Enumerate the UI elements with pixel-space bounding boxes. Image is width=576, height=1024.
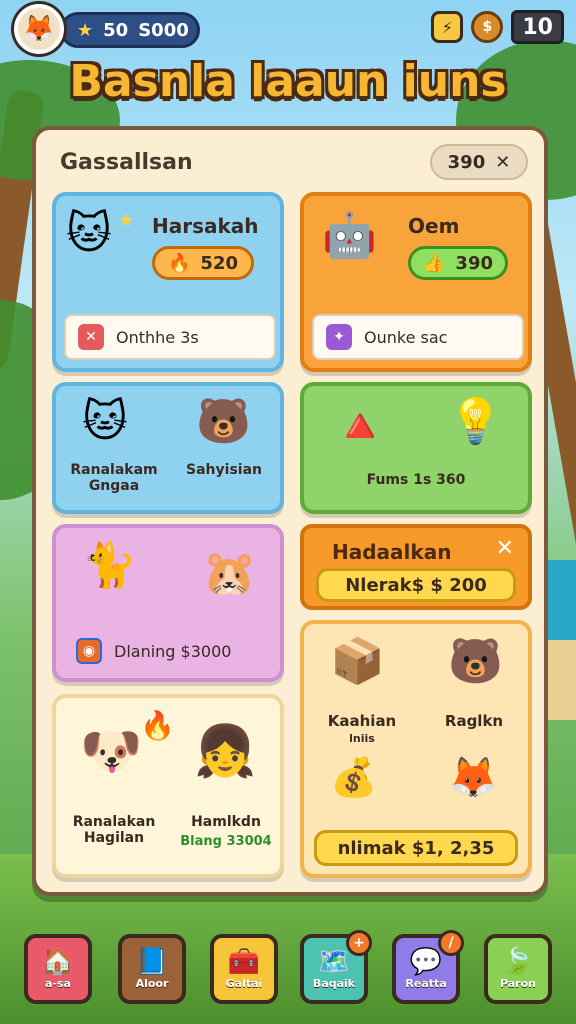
nav-inventory-button[interactable]: 📘 Aloor <box>118 934 186 1004</box>
crate-icon: 📦 <box>330 636 385 687</box>
item-label-b: Raglkn <box>444 712 504 730</box>
offer-header[interactable]: Hadaalkan ✕ Nlerak$ $ 200 <box>300 524 532 610</box>
leaf-icon: 🍃 <box>501 946 535 977</box>
thumb-icon: 👍 <box>423 252 446 274</box>
star-icon: ★ <box>118 210 135 231</box>
dog-icon: 🐶 <box>80 722 143 780</box>
item-label-a: Kaahian <box>327 712 397 730</box>
cat-icon: 🐱 <box>82 396 128 447</box>
info-text: Dlaning $3000 <box>114 641 232 661</box>
puzzle-icon: ✦ <box>326 324 352 350</box>
flame-icon: 🔥 <box>168 252 191 274</box>
crystal-icon: 🔺 <box>330 398 390 454</box>
card-harsakah[interactable]: 🐱 ★ Harsakah 🔥 520 ✕ Onthhe 3s <box>52 192 284 372</box>
panel-badge[interactable]: 390 ✕ <box>430 144 528 180</box>
items-total-pill[interactable]: nlimak $1, 2,35 <box>314 830 518 866</box>
card-title: Harsakah <box>152 214 259 238</box>
shop-icon: 🧰 <box>227 946 261 977</box>
card-oem[interactable]: 🤖 Oem 👍 390 ✦ Ounke sac <box>300 192 532 372</box>
nav-shop-button[interactable]: 🧰 Galtai <box>210 934 278 1004</box>
coin-count: S000 <box>138 19 189 41</box>
reward-pill[interactable]: 👍 390 <box>408 246 508 280</box>
card-title: Oem <box>408 214 460 238</box>
card-info-bar[interactable]: ✦ Ounke sac <box>312 314 524 360</box>
card-items[interactable]: 📦 🐻 Kaahian lniis Raglkn 💰 🦊 nlimak $1, … <box>300 620 532 878</box>
girl-icon: 👧 <box>194 722 257 780</box>
map-icon: 🗺️ <box>317 946 351 977</box>
reward-pill[interactable]: 🔥 520 <box>152 246 254 280</box>
star-icon: ★ <box>77 19 94 41</box>
card-info-bar[interactable]: ✕ Onthhe 3s <box>64 314 276 360</box>
torch-icon: 🔥 <box>140 709 175 742</box>
hero-label-left: Ranalakan Hagilan <box>72 814 156 846</box>
main-panel: Gassallsan 390 ✕ 🐱 ★ Harsakah 🔥 520 ✕ On… <box>32 126 548 896</box>
panel-badge-value: 390 <box>447 151 486 173</box>
card-adventure[interactable]: 🐈 🐹 ◉ Dlaning $3000 <box>52 524 284 682</box>
pet-label-right: Sahyisian <box>186 462 262 478</box>
nav-label: Galtai <box>225 976 263 990</box>
currency-bar[interactable]: ★ 50 S000 <box>60 12 200 48</box>
cat-icon: 🐱 <box>66 208 112 259</box>
bear-icon: 🐻 <box>196 396 251 447</box>
box-icon: 📘 <box>135 946 169 977</box>
bottom-nav: 🏠 a-sa 📘 Aloor 🧰 Galtai 🗺️ Baqaik + 💬 Re… <box>0 930 576 1014</box>
reward-value: 520 <box>200 252 238 274</box>
notification-badge: / <box>438 930 464 956</box>
robot-icon: 🤖 <box>322 210 377 261</box>
game-title: Basnla laaun iuns <box>69 56 507 107</box>
hamster-icon: 🐹 <box>202 548 257 599</box>
lightbulb-icon: 💡 <box>448 396 503 447</box>
fox-icon: 🦊 <box>448 755 498 801</box>
nav-label: Aloor <box>135 976 169 990</box>
card-crystal[interactable]: 🔺 💡 Fums 1s 360 <box>300 382 532 514</box>
nav-chat-button[interactable]: 💬 Reatta / <box>392 930 464 1004</box>
hero-score: Blang 33004 <box>180 834 272 849</box>
item-label-a-sub: lniis <box>349 732 375 745</box>
lightning-icon[interactable]: ⚡ <box>431 11 464 43</box>
sword-icon: ✕ <box>78 324 104 350</box>
chat-icon: 💬 <box>409 946 443 977</box>
nav-label: Reatta <box>405 976 447 990</box>
offer-pill[interactable]: Nlerak$ $ 200 <box>316 568 516 602</box>
nav-label: Paron <box>499 976 536 990</box>
nav-label: a-sa <box>45 976 71 990</box>
house-icon: 🏠 <box>41 946 75 977</box>
fox-face-icon: 🦊 <box>22 14 56 44</box>
black-cat-icon: 🐈 <box>82 540 137 591</box>
counter-display: 10 <box>511 10 564 44</box>
nav-label: Baqaik <box>312 976 356 990</box>
bear-icon: 🐻 <box>448 636 503 687</box>
notification-badge: + <box>346 930 372 956</box>
pet-label-left: Ranalakam Gngaa <box>70 462 158 494</box>
info-text: Onthhe 3s <box>116 327 199 347</box>
hero-label-right: Hamlkdn <box>191 814 261 830</box>
offer-title: Hadaalkan <box>332 540 452 564</box>
nav-quest-button[interactable]: 🗺️ Baqaik + <box>300 930 372 1004</box>
card-heroes[interactable]: 🐶 🔥 👧 Ranalakan Hagilan Hamlkdn Blang 33… <box>52 694 284 878</box>
star-count: 50 <box>103 19 129 41</box>
reward-value: 390 <box>455 252 493 274</box>
fire-icon: ◉ <box>76 638 102 664</box>
treasure-icon: 💰 <box>330 755 378 799</box>
coin-icon[interactable]: $ <box>471 11 504 43</box>
info-text: Ounke sac <box>364 327 448 347</box>
nav-home-button[interactable]: 🏠 a-sa <box>24 934 92 1004</box>
close-icon[interactable]: ✕ <box>496 536 514 561</box>
close-icon[interactable]: ✕ <box>495 152 510 173</box>
panel-title: Gassallsan <box>60 150 193 175</box>
card-info-bar[interactable]: ◉ Dlaning $3000 <box>64 628 276 674</box>
player-avatar[interactable]: 🦊 <box>14 4 64 54</box>
card-label: Fums 1s 360 <box>366 472 466 488</box>
nav-profile-button[interactable]: 🍃 Paron <box>484 934 552 1004</box>
card-pets[interactable]: 🐱 🐻 Ranalakam Gngaa Sahyisian <box>52 382 284 514</box>
hud-right: ⚡ $ 10 <box>431 10 564 44</box>
